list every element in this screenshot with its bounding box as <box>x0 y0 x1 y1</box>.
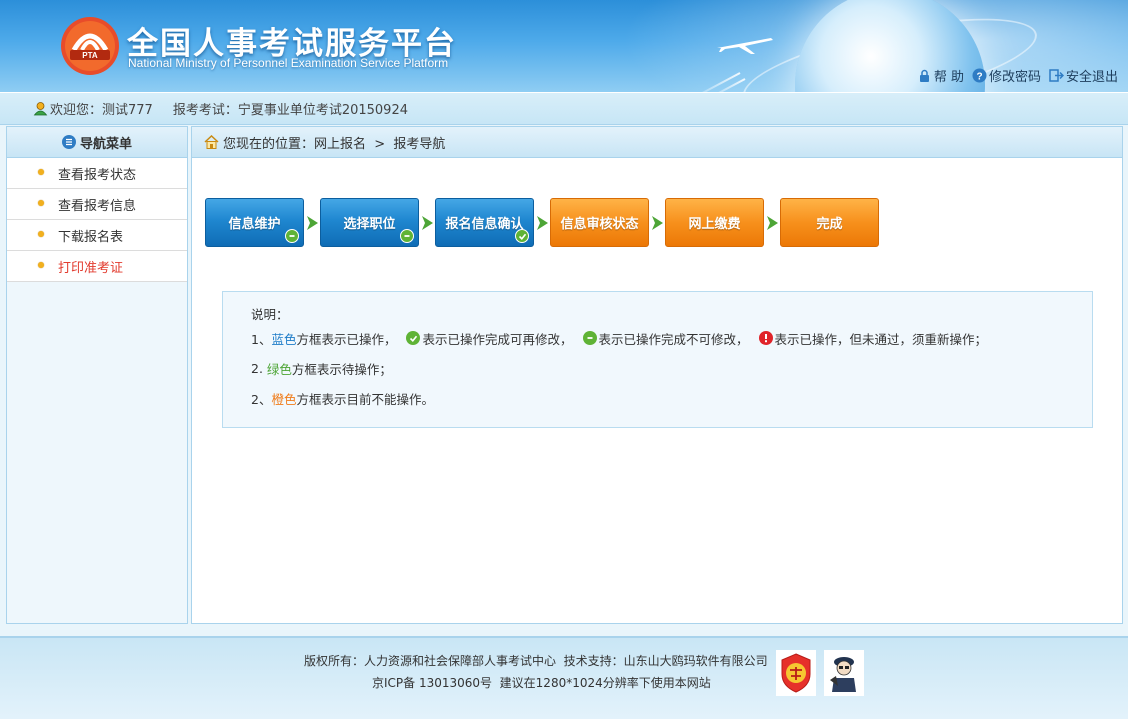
step-online-payment: 网上缴费 <box>665 198 764 247</box>
header-links: 帮 助 ? 修改密码 安全退出 <box>917 66 1118 85</box>
lock-icon <box>919 69 929 82</box>
breadcrumb-text: 您现在的位置：网上报名 > 报考导航 <box>223 136 446 152</box>
step-arrow-icon <box>304 198 320 247</box>
note-prefix: 2、 <box>251 391 272 407</box>
note-line-3: 2、 橙色 方框表示目前不能操作。 <box>251 383 1092 413</box>
header-banner: PTA 全国人事考试服务平台 National Ministry of Pers… <box>0 0 1128 92</box>
sidebar-item-view-status[interactable]: 查看报考状态 <box>7 158 187 189</box>
note-text: 方框表示已操作， <box>296 331 397 347</box>
minus-circle-icon <box>582 331 597 345</box>
sidebar-item-view-info[interactable]: 查看报考信息 <box>7 189 187 220</box>
note-text: 表示已操作完成不可修改， <box>598 331 749 347</box>
bullet-icon <box>38 262 44 268</box>
sidebar-empty-area <box>7 282 187 623</box>
pta-logo: PTA <box>61 17 119 75</box>
site-subtitle: National Ministry of Personnel Examinati… <box>128 56 449 70</box>
step-label: 完成 <box>816 217 843 232</box>
user-info-bar: 欢迎您：测试777 报考考试：宁夏事业单位考试20150924 <box>0 92 1128 125</box>
step-arrow-icon <box>419 198 435 247</box>
note-text: 方框表示待操作； <box>291 361 392 377</box>
note-color-word-green: 绿色 <box>266 361 292 377</box>
change-password-label: 修改密码 <box>988 70 1041 85</box>
note-text: 表示已操作完成可再修改， <box>422 331 573 347</box>
exam-text: 报考考试：宁夏事业单位考试20150924 <box>172 103 408 118</box>
nav-sidebar: 导航菜单 查看报考状态 查看报考信息 下载报名表 打印准考证 <box>6 126 188 624</box>
step-arrow-icon <box>649 198 665 247</box>
help-label: 帮 助 <box>933 70 964 85</box>
help-link[interactable]: 帮 助 <box>917 66 964 85</box>
step-complete: 完成 <box>780 198 879 247</box>
welcome-text: 欢迎您：测试777 <box>50 103 153 118</box>
step-arrow-icon <box>534 198 550 247</box>
icp-line: 京ICP备 13013060号 建议在1280*1024分辨率下使用本网站 <box>372 676 711 690</box>
sidebar-item-label: 下载报名表 <box>58 229 124 245</box>
sidebar-item-download-form[interactable]: 下载报名表 <box>7 220 187 251</box>
step-label: 信息维护 <box>228 217 281 232</box>
step-review-status: 信息审核状态 <box>550 198 649 247</box>
svg-text:?: ? <box>976 72 982 83</box>
progress-steps: 信息维护 选择职位 报名信息确认 信息审核状态 网上缴费 完成 <box>205 198 879 247</box>
bullet-icon <box>38 200 44 206</box>
svg-text:PTA: PTA <box>82 51 98 60</box>
police-badge-icon[interactable] <box>824 650 864 696</box>
sidebar-item-label: 查看报考状态 <box>58 167 137 183</box>
step-select-position[interactable]: 选择职位 <box>320 198 419 247</box>
check-circle-icon <box>406 331 421 345</box>
note-color-word-blue: 蓝色 <box>271 331 297 347</box>
step-confirm-info[interactable]: 报名信息确认 <box>435 198 534 247</box>
breadcrumb: 您现在的位置：网上报名 > 报考导航 <box>192 127 1122 158</box>
step-label: 信息审核状态 <box>560 217 639 232</box>
note-line-2: 2. 绿色 方框表示待操作； <box>251 353 1092 383</box>
change-password-link[interactable]: ? 修改密码 <box>972 66 1041 85</box>
home-icon <box>204 135 219 149</box>
nav-header: 导航菜单 <box>7 127 187 158</box>
bullet-icon <box>38 231 44 237</box>
airplane-icon <box>717 38 773 54</box>
step-label: 网上缴费 <box>688 217 741 232</box>
nav-title: 导航菜单 <box>79 136 132 152</box>
question-icon: ? <box>972 68 987 83</box>
warning-circle-icon <box>758 331 773 345</box>
menu-icon <box>61 135 76 149</box>
legend-note: 说明： 1、 蓝色 方框表示已操作， 表示已操作完成可再修改， 表示已操作完成不… <box>222 291 1093 428</box>
security-badge-icon[interactable] <box>776 650 816 696</box>
note-color-word-orange: 橙色 <box>271 391 297 407</box>
sidebar-item-print-ticket[interactable]: 打印准考证 <box>7 251 187 282</box>
bullet-icon <box>38 169 44 175</box>
logout-icon <box>1049 69 1064 82</box>
note-title: 说明： <box>251 306 289 322</box>
note-text: 表示已操作，但未通过，须重新操作； <box>774 331 988 347</box>
sidebar-item-label: 打印准考证 <box>58 260 124 276</box>
copyright-line: 版权所有：人力资源和社会保障部人事考试中心 技术支持：山东山大鸥玛软件有限公司 <box>304 654 768 668</box>
footer: 版权所有：人力资源和社会保障部人事考试中心 技术支持：山东山大鸥玛软件有限公司 … <box>0 636 1128 719</box>
check-circle-icon <box>515 229 529 243</box>
note-prefix: 2. <box>251 360 267 376</box>
footer-text: 版权所有：人力资源和社会保障部人事考试中心 技术支持：山东山大鸥玛软件有限公司 … <box>304 650 768 694</box>
sidebar-item-label: 查看报考信息 <box>58 198 137 214</box>
minus-circle-icon <box>400 229 414 243</box>
user-icon <box>33 102 48 116</box>
step-info-maintain[interactable]: 信息维护 <box>205 198 304 247</box>
logout-label: 安全退出 <box>1065 70 1118 85</box>
step-label: 选择职位 <box>343 217 396 232</box>
note-prefix: 1、 <box>251 331 272 347</box>
main-panel: 您现在的位置：网上报名 > 报考导航 信息维护 选择职位 报名信息确认 信息审核… <box>191 126 1123 624</box>
step-label: 报名信息确认 <box>445 217 524 232</box>
minus-circle-icon <box>285 229 299 243</box>
note-line-1: 1、 蓝色 方框表示已操作， 表示已操作完成可再修改， 表示已操作完成不可修改，… <box>251 323 1092 353</box>
note-text: 方框表示目前不能操作。 <box>296 391 434 407</box>
step-arrow-icon <box>764 198 780 247</box>
logout-link[interactable]: 安全退出 <box>1049 66 1118 85</box>
